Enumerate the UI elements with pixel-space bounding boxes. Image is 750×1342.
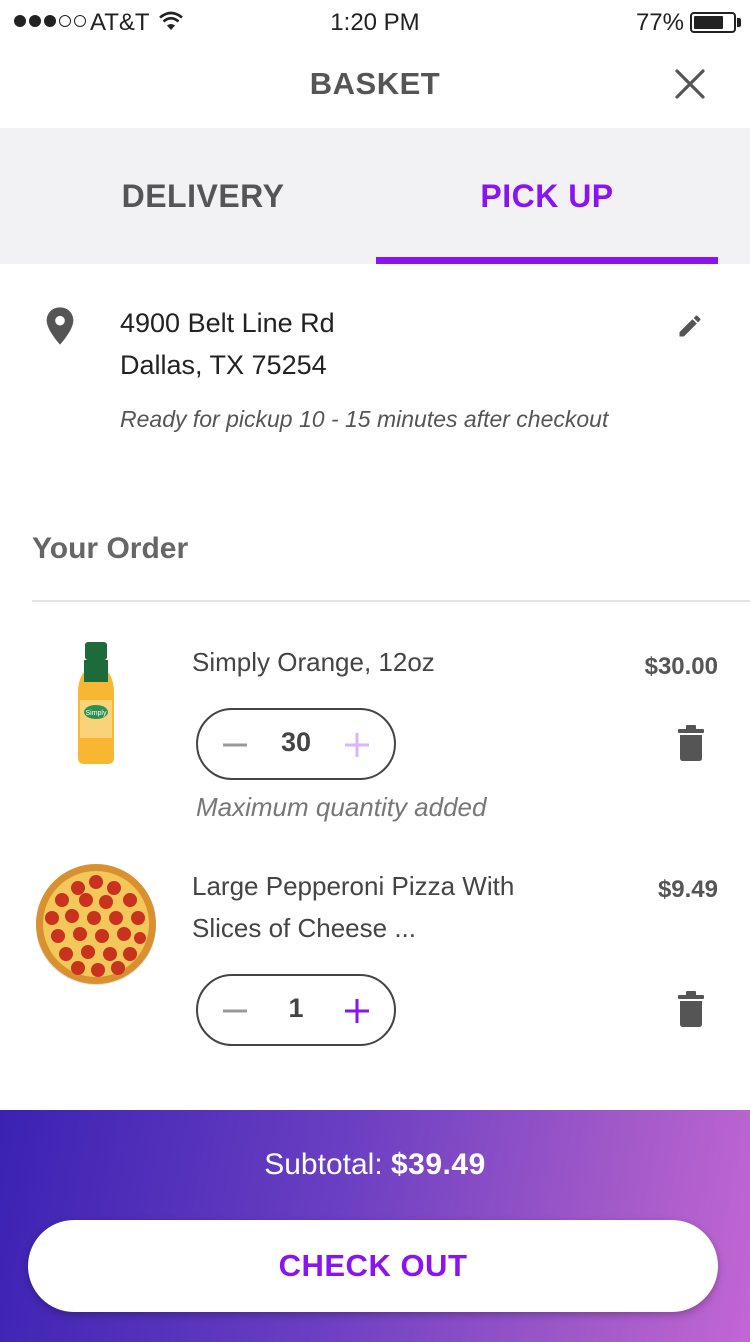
quantity-value: 1 xyxy=(288,993,304,1023)
item-price: $9.49 xyxy=(657,876,718,903)
trash-icon[interactable] xyxy=(676,724,706,762)
pickup-time-note: Ready for pickup 10 - 15 minutes after c… xyxy=(120,406,609,432)
subtotal-value: $39.49 xyxy=(391,1148,486,1181)
status-bar: AT&T 1:20 PM 77% xyxy=(0,0,750,44)
subtotal: Subtotal: $39.49 xyxy=(0,1148,750,1182)
battery-tip xyxy=(737,18,741,27)
divider xyxy=(32,600,750,602)
address-line-2: Dallas, TX 75254 xyxy=(120,350,327,380)
trash-icon[interactable] xyxy=(676,990,706,1028)
quantity-stepper: 30 xyxy=(196,708,396,780)
decrease-quantity-button[interactable] xyxy=(218,994,252,1028)
location-pin-icon xyxy=(46,307,74,345)
fulfillment-tabs: DELIVERY PICK UP xyxy=(0,128,750,264)
quantity-value: 30 xyxy=(280,727,312,757)
orange-juice-bottle-icon: Simply xyxy=(78,642,114,764)
pepperoni-pizza-icon xyxy=(36,864,156,985)
max-quantity-note: Maximum quantity added xyxy=(196,792,487,822)
address-line-1: 4900 Belt Line Rd xyxy=(120,308,335,338)
active-tab-indicator xyxy=(376,257,718,264)
increase-quantity-button[interactable] xyxy=(340,728,374,762)
close-icon[interactable] xyxy=(670,64,710,104)
decrease-quantity-button[interactable] xyxy=(218,728,252,762)
page-title: BASKET xyxy=(309,66,441,101)
increase-quantity-button[interactable] xyxy=(340,994,374,1028)
quantity-stepper: 1 xyxy=(196,974,396,1046)
checkout-button[interactable]: CHECK OUT xyxy=(28,1220,718,1312)
your-order-heading: Your Order xyxy=(32,532,189,565)
item-price: $30.00 xyxy=(644,653,718,680)
edit-pencil-icon[interactable] xyxy=(676,312,704,340)
checkout-footer: Subtotal: $39.49 CHECK OUT xyxy=(0,1110,750,1342)
item-name: Simply Orange, 12oz xyxy=(192,647,435,677)
tab-delivery[interactable]: DELIVERY xyxy=(32,128,374,264)
battery-icon xyxy=(690,12,736,33)
tab-pick-up[interactable]: PICK UP xyxy=(376,128,718,264)
item-name: Large Pepperoni Pizza With Slices of Che… xyxy=(192,871,515,943)
battery-percent: 77% xyxy=(635,9,684,36)
header: BASKET xyxy=(0,44,750,128)
svg-text:Simply: Simply xyxy=(85,710,107,717)
subtotal-label: Subtotal: xyxy=(264,1148,383,1181)
